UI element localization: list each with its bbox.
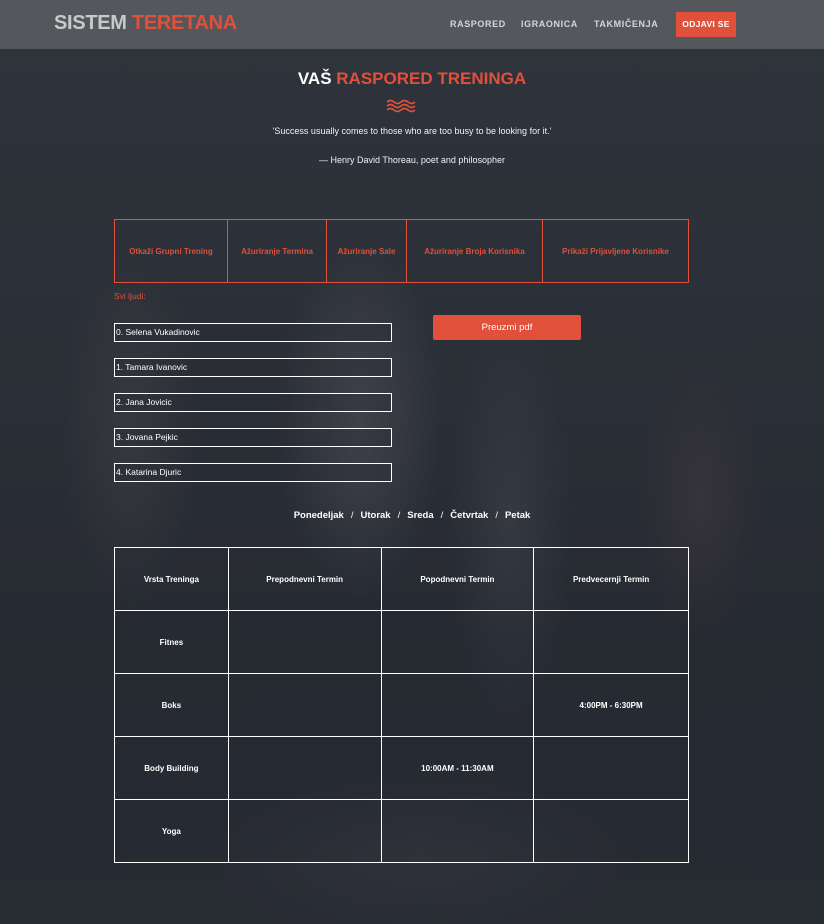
day-selector: Ponedeljak / Utorak / Sreda / Četvrtak / Petak	[0, 510, 824, 521]
brand-main: SISTEM	[54, 12, 127, 34]
day-ponedeljak[interactable]: Ponedeljak	[294, 510, 344, 521]
training-type-cell: Boks	[114, 673, 229, 737]
top-navbar: SISTEM TERETANA RASPORED IGRAONICA TAKMI…	[0, 0, 824, 49]
nav-takmicenja[interactable]: TAKMIČENJA	[594, 19, 658, 29]
table-cell	[227, 610, 382, 674]
table-cell	[227, 799, 382, 863]
nav-raspored[interactable]: RASPORED	[450, 19, 506, 29]
table-header: Predvecernji Termin	[533, 547, 689, 611]
table-header: Vrsta Treninga	[114, 547, 229, 611]
day-separator: /	[495, 510, 498, 521]
download-pdf-button[interactable]: Preuzmi pdf	[433, 315, 581, 340]
quote-author: — Henry David Thoreau, poet and philosop…	[319, 155, 505, 165]
table-cell	[227, 736, 382, 800]
table-row: Boks 4:00PM - 6:30PM	[114, 673, 689, 737]
schedule-table: Vrsta Treninga Prepodnevni Termin Popodn…	[114, 547, 689, 863]
cancel-group-training-button[interactable]: Otkaži Grupni Trening	[115, 220, 228, 282]
table-row: Yoga	[114, 799, 689, 863]
page-title-main: VAŠ	[297, 69, 332, 88]
day-cetvrtak[interactable]: Četvrtak	[450, 510, 488, 521]
show-registered-users-button[interactable]: Prikaži Prijavljene Korisnike	[543, 220, 688, 282]
table-cell	[227, 673, 382, 737]
day-separator: /	[350, 510, 354, 521]
table-row: Body Building 10:00AM - 11:30AM	[114, 736, 689, 800]
day-utorak[interactable]: Utorak	[361, 510, 391, 521]
waves-divider-icon	[386, 99, 416, 113]
person-item[interactable]: 3. Jovana Pejkic	[114, 428, 392, 447]
table-cell	[533, 799, 689, 863]
day-separator: /	[440, 510, 444, 521]
page-title: VAŠ RASPORED TRENINGA	[0, 69, 824, 89]
training-type-cell: Body Building	[114, 736, 229, 800]
table-cell	[533, 736, 689, 800]
table-cell: 10:00AM - 11:30AM	[380, 736, 535, 800]
people-list-label: Svi ljudi:	[114, 291, 146, 301]
brand-accent: TERETANA	[131, 12, 237, 34]
table-cell	[380, 610, 535, 674]
table-cell	[380, 799, 535, 863]
person-item[interactable]: 2. Jana Jovicic	[114, 393, 392, 412]
table-header: Prepodnevni Termin	[227, 547, 382, 611]
training-type-cell: Yoga	[114, 799, 229, 863]
table-header-row: Vrsta Treninga Prepodnevni Termin Popodn…	[114, 547, 689, 611]
admin-actions-bar: Otkaži Grupni Trening Ažuriranje Termina…	[114, 219, 689, 283]
day-petak[interactable]: Petak	[505, 510, 530, 521]
update-hall-button[interactable]: Ažuriranje Sale	[327, 220, 407, 282]
day-sreda[interactable]: Sreda	[407, 510, 433, 521]
update-term-button[interactable]: Ažuriranje Termina	[228, 220, 327, 282]
nav-igraonica[interactable]: IGRAONICA	[521, 19, 578, 29]
person-item[interactable]: 4. Katarina Djuric	[114, 463, 392, 482]
logout-button[interactable]: ODJAVI SE	[676, 12, 736, 37]
table-row: Fitnes	[114, 610, 689, 674]
person-item[interactable]: 1. Tamara Ivanovic	[114, 358, 392, 377]
table-cell	[380, 673, 535, 737]
page-title-accent: RASPORED TRENINGA	[336, 69, 527, 88]
table-cell	[533, 610, 689, 674]
quote-text: 'Success usually comes to those who are …	[272, 126, 552, 136]
brand-logo[interactable]: SISTEM TERETANA	[54, 12, 237, 35]
table-header: Popodnevni Termin	[380, 547, 535, 611]
table-cell: 4:00PM - 6:30PM	[533, 673, 689, 737]
training-type-cell: Fitnes	[114, 610, 229, 674]
update-user-count-button[interactable]: Ažuriranje Broja Korisnika	[407, 220, 543, 282]
person-item[interactable]: 0. Selena Vukadinovic	[114, 323, 392, 342]
day-separator: /	[397, 510, 401, 521]
